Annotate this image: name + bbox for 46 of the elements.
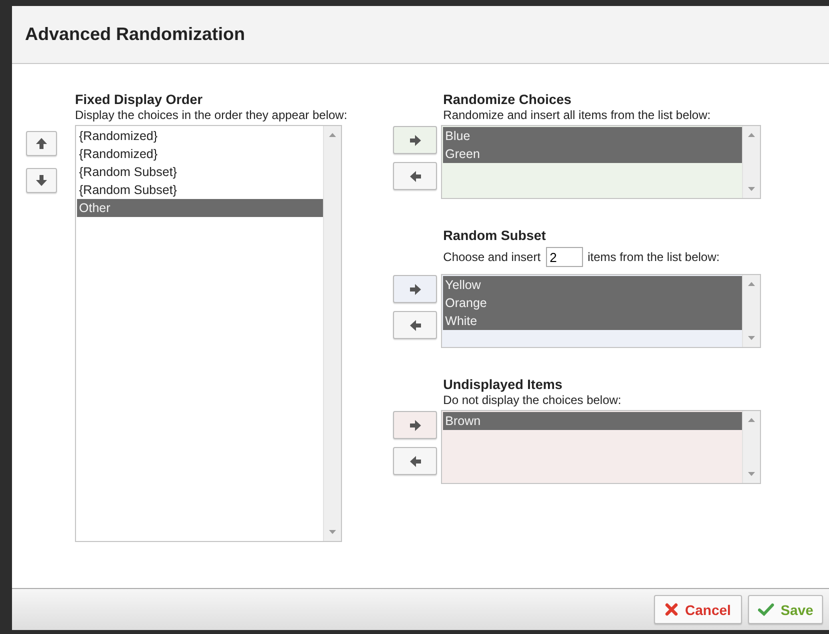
- list-box[interactable]: Blue Green: [441, 125, 762, 199]
- remove-button[interactable]: [393, 162, 438, 190]
- move-up-button[interactable]: [26, 131, 57, 156]
- right-arrow-icon: [410, 420, 421, 430]
- list-item[interactable]: Orange: [443, 294, 742, 312]
- section-title: Random Subset: [443, 228, 547, 244]
- section-description: Do not display the choices below:: [443, 393, 622, 408]
- remove-button[interactable]: [393, 311, 438, 339]
- cancel-button[interactable]: Cancel: [654, 595, 742, 624]
- section-description: Choose and insert: [443, 250, 541, 264]
- right-arrow-icon: [410, 134, 421, 146]
- down-arrow-icon: [36, 175, 47, 186]
- list-item[interactable]: Brown: [443, 412, 742, 430]
- list-item[interactable]: {Randomized}: [77, 145, 323, 163]
- list-box[interactable]: Yellow Orange White: [441, 274, 762, 348]
- list-item[interactable]: {Random Subset}: [77, 163, 323, 181]
- list-box[interactable]: Brown: [441, 410, 762, 484]
- count-field[interactable]: 2: [546, 247, 583, 267]
- list-item[interactable]: Blue: [443, 127, 742, 145]
- add-button[interactable]: [393, 411, 438, 439]
- remove-button[interactable]: [393, 447, 438, 475]
- move-down-button[interactable]: [26, 168, 57, 193]
- section-description: Display the choices in the order they appear below:: [75, 108, 348, 123]
- up-arrow-icon: [36, 138, 47, 149]
- checkmark-icon: [758, 603, 774, 616]
- add-button[interactable]: [393, 126, 438, 154]
- section-description: items from the list below:: [588, 250, 720, 264]
- list-item[interactable]: Yellow: [443, 276, 742, 294]
- list-item[interactable]: Green: [443, 145, 742, 163]
- section-description: Randomize and insert all items from the list below:: [443, 108, 712, 123]
- left-arrow-icon: [410, 456, 421, 466]
- dialog-title: Advanced Randomization: [25, 24, 246, 45]
- list-item[interactable]: {Random Subset}: [77, 181, 323, 199]
- section-title: Randomize Choices: [443, 92, 572, 108]
- list-item[interactable]: White: [443, 312, 742, 330]
- left-arrow-icon: [410, 320, 421, 330]
- section-title: Fixed Display Order: [75, 92, 204, 108]
- add-button[interactable]: [393, 275, 438, 303]
- left-arrow-icon: [410, 170, 421, 182]
- right-arrow-icon: [410, 284, 421, 294]
- section-title: Undisplayed Items: [443, 377, 564, 393]
- list-box[interactable]: {Randomized} {Randomized} {Random Subset} {Random Subset} Other: [75, 125, 342, 542]
- save-button[interactable]: Save: [748, 595, 823, 624]
- close-icon: [665, 603, 678, 616]
- list-item[interactable]: Other: [77, 199, 323, 217]
- list-item[interactable]: {Randomized}: [77, 127, 323, 145]
